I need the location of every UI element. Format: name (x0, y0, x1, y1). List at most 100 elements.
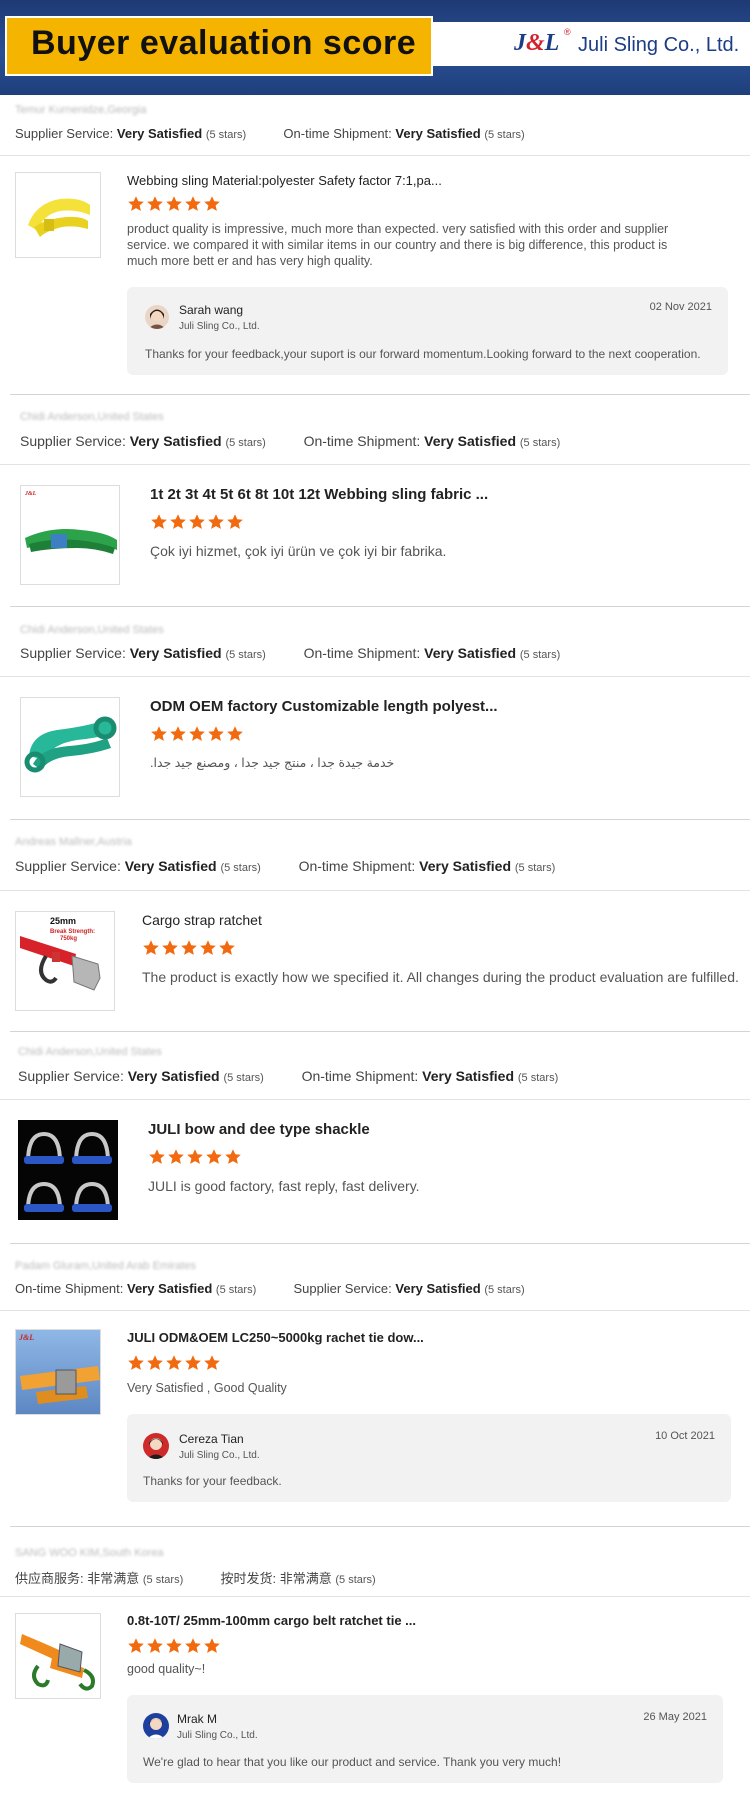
star-icon (162, 940, 178, 955)
rating-label: Supplier Service: (18, 1068, 124, 1084)
registered-mark: ® (564, 27, 571, 37)
rating-stars-note: (5 stars) (215, 1284, 257, 1296)
divider (0, 1099, 750, 1100)
star-rating (127, 1637, 222, 1660)
rating-value: Very Satisfied (129, 645, 222, 661)
page-title: Buyer evaluation score (31, 24, 417, 62)
avatar (145, 305, 169, 329)
divider (0, 1596, 750, 1597)
star-icon (149, 1149, 165, 1164)
product-title[interactable]: 1t 2t 3t 4t 5t 6t 8t 10t 12t Webbing sli… (150, 486, 488, 503)
rating-label: Supplier Service: (20, 645, 126, 661)
rating-value: Very Satisfied (395, 126, 481, 141)
star-icon (225, 1149, 241, 1164)
product-title[interactable]: 0.8t-10T/ 25mm-100mm cargo belt ratchet … (127, 1613, 416, 1628)
product-thumbnail[interactable]: 25mm Break Strength: 750kg (15, 911, 115, 1011)
rating-stars-note: (5 stars) (484, 129, 525, 141)
reply-text: Thanks for your feedback,your suport is … (145, 347, 701, 361)
rating-stars-note: (5 stars) (514, 862, 556, 874)
product-thumbnail[interactable]: J&L (20, 485, 120, 585)
star-rating (150, 513, 245, 536)
product-thumbnail[interactable] (15, 172, 101, 258)
star-icon (185, 1638, 201, 1653)
star-icon (147, 1355, 163, 1370)
star-icon (128, 196, 144, 211)
rating-stars-note: (5 stars) (519, 437, 561, 449)
rating-stars-note: (5 stars) (519, 649, 561, 661)
rating-stars-note: (5 stars) (220, 862, 261, 874)
divider (0, 155, 750, 156)
reply-author: Sarah wang (179, 303, 244, 317)
reply-company: Juli Sling Co., Ltd. (179, 321, 260, 332)
reply-date: 26 May 2021 (643, 1711, 707, 1723)
product-title[interactable]: JULI bow and dee type shackle (148, 1121, 370, 1138)
star-rating (127, 1354, 222, 1377)
svg-text:J&L: J&L (24, 491, 37, 497)
review-card: Andreas Mallner,Austria Supplier Service… (0, 820, 750, 1032)
star-rating (142, 939, 237, 962)
rating-label: On-time Shipment: (298, 858, 416, 874)
star-icon (227, 514, 243, 529)
review-comment: JULI is good factory, fast reply, fast d… (148, 1178, 420, 1194)
star-icon (143, 940, 159, 955)
rating-label: On-time Shipment: (303, 645, 421, 661)
rating-stars-note: (5 stars) (142, 1574, 184, 1586)
rating-summary: Supplier Service: Very Satisfied (5 star… (20, 645, 560, 661)
product-thumbnail[interactable] (18, 1120, 118, 1220)
review-comment: product quality is impressive, much more… (127, 222, 669, 268)
star-icon (128, 1638, 144, 1653)
review-page: Buyer evaluation score J&L ® Juli Sling … (0, 0, 750, 1796)
divider (0, 676, 750, 677)
avatar (143, 1713, 169, 1739)
review-card: Chidi Anderson,United States Supplier Se… (0, 607, 750, 820)
review-card: Padam Gluram,United Arab Emirates On-tim… (0, 1244, 750, 1527)
star-icon (147, 196, 163, 211)
product-title[interactable]: Cargo strap ratchet (142, 912, 262, 928)
star-rating (148, 1148, 243, 1171)
rating-value: Very Satisfied (419, 858, 511, 874)
product-title[interactable]: Webbing sling Material:polyester Safety … (127, 173, 442, 188)
product-title[interactable]: ODM OEM factory Customizable length poly… (150, 698, 498, 715)
product-thumbnail[interactable] (15, 1613, 101, 1699)
star-icon (208, 514, 224, 529)
header-title-tab: Buyer evaluation score (5, 16, 433, 76)
product-title[interactable]: JULI ODM&OEM LC250~5000kg rachet tie dow… (127, 1330, 424, 1345)
star-icon (204, 1355, 220, 1370)
star-icon (166, 196, 182, 211)
company-name: Juli Sling Co., Ltd. (578, 34, 740, 56)
star-icon (128, 1355, 144, 1370)
product-thumbnail[interactable]: J&L (15, 1329, 101, 1415)
reply-author: Mrak M (177, 1712, 217, 1726)
rating-summary: Supplier Service: Very Satisfied (5 star… (20, 433, 560, 449)
star-icon (204, 1638, 220, 1653)
rating-label: On-time Shipment: (303, 433, 421, 449)
svg-text:J&L: J&L (18, 1333, 34, 1342)
rating-value: 非常满意 (87, 1571, 140, 1586)
buyer-name: Chidi Anderson,United States (20, 411, 164, 423)
star-icon (227, 726, 243, 741)
star-icon (187, 1149, 203, 1164)
reply-company: Juli Sling Co., Ltd. (179, 1450, 260, 1461)
reply-text: Thanks for your feedback. (143, 1474, 282, 1488)
thumb-caption: 750kg (60, 936, 77, 942)
rating-summary: Supplier Service: Very Satisfied (5 star… (18, 1068, 558, 1084)
supplier-reply: Cereza Tian Juli Sling Co., Ltd. 10 Oct … (127, 1414, 731, 1502)
review-comment: Very Satisfied , Good Quality (127, 1381, 287, 1395)
rating-stars-note: (5 stars) (223, 1072, 264, 1084)
rating-stars-note: (5 stars) (335, 1574, 376, 1586)
reply-author: Cereza Tian (179, 1432, 244, 1446)
buyer-name: Chidi Anderson,United States (18, 1046, 162, 1058)
star-icon (151, 726, 167, 741)
rating-label: 供应商服务: (15, 1571, 84, 1586)
star-icon (185, 1355, 201, 1370)
rating-label: Supplier Service: (20, 433, 126, 449)
product-thumbnail[interactable] (20, 697, 120, 797)
star-icon (206, 1149, 222, 1164)
star-icon (170, 726, 186, 741)
reply-text: We're glad to hear that you like our pro… (143, 1755, 562, 1769)
star-icon (181, 940, 197, 955)
star-icon (166, 1638, 182, 1653)
buyer-name: Chidi Anderson,United States (20, 624, 164, 636)
rating-summary: Supplier Service: Very Satisfied (5 star… (15, 126, 525, 141)
rating-summary: Supplier Service: Very Satisfied (5 star… (15, 858, 555, 874)
